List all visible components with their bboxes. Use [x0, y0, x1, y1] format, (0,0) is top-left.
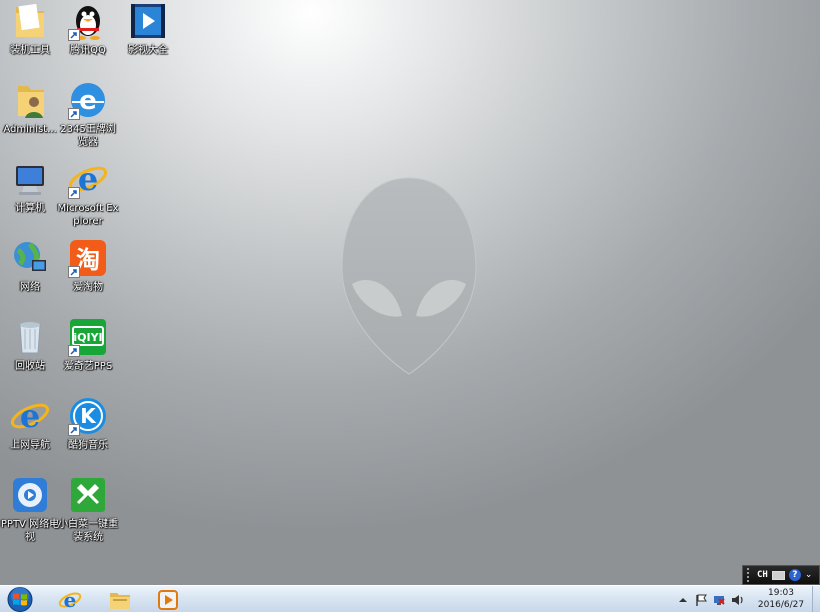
keyboard-icon[interactable]	[771, 570, 785, 580]
shortcut-arrow-icon	[68, 108, 80, 120]
desktop-icon-kugou[interactable]: K 酷狗音乐	[58, 395, 118, 473]
desktop-icon-pptv[interactable]: PPTV 网络电视	[0, 474, 60, 552]
reinstall-system-icon	[68, 475, 108, 515]
arrow-up-icon[interactable]	[676, 593, 690, 607]
pptv-icon	[10, 475, 50, 515]
start-orb-icon	[7, 587, 33, 612]
internet-explorer-icon: e	[58, 589, 82, 611]
user-folder-icon	[10, 80, 50, 120]
language-bar[interactable]: CH ? ⌄	[742, 565, 820, 585]
desktop-icon-qq[interactable]: 腾讯QQ	[58, 0, 118, 78]
desktop-icon-install-tools[interactable]: 装机工具	[0, 0, 60, 78]
folder-icon	[10, 1, 50, 41]
computer-icon	[10, 159, 50, 199]
desktop-icon-microsoft-explorer[interactable]: e Microsoft Explorer	[57, 158, 119, 236]
icon-label: 爱淘物	[73, 282, 103, 293]
taskbar-ie-button[interactable]: e	[50, 587, 90, 612]
shortcut-arrow-icon	[68, 187, 80, 199]
langbar-options-icon[interactable]: ⌄	[805, 570, 813, 580]
browser-2345-icon: e	[68, 80, 108, 120]
taskbar-file-explorer-button[interactable]	[100, 587, 140, 612]
icon-label: Microsoft Explorer	[57, 203, 119, 227]
desktop-icon-2345-browser[interactable]: e 2345王牌浏览器	[58, 79, 118, 157]
icon-label: PPTV 网络电视	[0, 519, 60, 543]
action-center-flag-icon[interactable]	[694, 593, 708, 607]
kugou-music-icon: K	[68, 396, 108, 436]
desktop-icon-network[interactable]: 网络	[0, 237, 60, 315]
desktop-icon-iqiyi[interactable]: iQIYI 爱奇艺PPS	[58, 316, 118, 394]
iqiyi-icon: iQIYI	[68, 317, 108, 357]
shortcut-arrow-icon	[68, 345, 80, 357]
icon-label: 腾讯QQ	[70, 45, 106, 56]
svg-text:iQIYI: iQIYI	[73, 331, 102, 344]
icon-label: 小白菜一键重装系统	[58, 519, 118, 543]
ie-navigation-icon: e	[10, 396, 50, 436]
internet-explorer-icon: e	[68, 159, 108, 199]
langbar-grip-handle[interactable]	[747, 568, 753, 582]
desktop: 装机工具 Administ... 计算机 网络 回收站 e 上网导航 PPTV …	[0, 0, 820, 585]
desktop-icon-web-navigation[interactable]: e 上网导航	[0, 395, 60, 473]
icon-label: 上网导航	[10, 440, 50, 451]
recycle-bin-icon	[10, 317, 50, 357]
taskbar: e 19:03 2016/6/27	[0, 585, 820, 612]
clock-date[interactable]: 2016/6/27	[748, 600, 814, 610]
alien-logo-icon	[341, 177, 477, 375]
input-language-indicator[interactable]: CH	[757, 570, 768, 580]
clock-time[interactable]: 19:03	[748, 588, 814, 598]
icon-label: 装机工具	[10, 45, 50, 56]
taobao-icon: 淘	[68, 238, 108, 278]
network-error-icon[interactable]	[712, 593, 726, 607]
svg-text:e: e	[78, 160, 98, 198]
qq-penguin-icon	[68, 1, 108, 41]
shortcut-arrow-icon	[68, 424, 80, 436]
taskbar-media-player-button[interactable]	[148, 587, 188, 612]
network-icon	[10, 238, 50, 278]
icon-label: 计算机	[15, 203, 45, 214]
svg-text:K: K	[80, 404, 97, 428]
desktop-icon-administrator[interactable]: Administ...	[0, 79, 60, 157]
icon-label: 爱奇艺PPS	[63, 361, 113, 372]
svg-text:e: e	[20, 397, 40, 435]
desktop-icon-computer[interactable]: 计算机	[0, 158, 60, 236]
desktop-icon-reinstall-system[interactable]: 小白菜一键重装系统	[58, 474, 118, 552]
icon-label: 回收站	[15, 361, 45, 372]
shortcut-arrow-icon	[68, 29, 80, 41]
volume-icon[interactable]	[730, 593, 744, 607]
desktop-icon-recycle-bin[interactable]: 回收站	[0, 316, 60, 394]
svg-text:e: e	[64, 589, 77, 611]
icon-label: 网络	[20, 282, 40, 293]
video-player-icon	[128, 1, 168, 41]
desktop-icon-taobao[interactable]: 淘 爱淘物	[58, 237, 118, 315]
media-player-icon	[158, 589, 178, 610]
icon-label: Administ...	[3, 124, 57, 135]
start-button[interactable]	[2, 586, 38, 612]
icon-label: 酷狗音乐	[68, 440, 108, 451]
icon-label: 2345王牌浏览器	[60, 124, 116, 148]
help-icon[interactable]: ?	[788, 569, 801, 581]
file-explorer-icon	[110, 592, 130, 609]
desktop-icon-video-collection[interactable]: 影视大全	[118, 0, 178, 78]
shortcut-arrow-icon	[68, 266, 80, 278]
icon-label: 影视大全	[128, 45, 168, 56]
show-desktop-button[interactable]	[812, 586, 820, 612]
